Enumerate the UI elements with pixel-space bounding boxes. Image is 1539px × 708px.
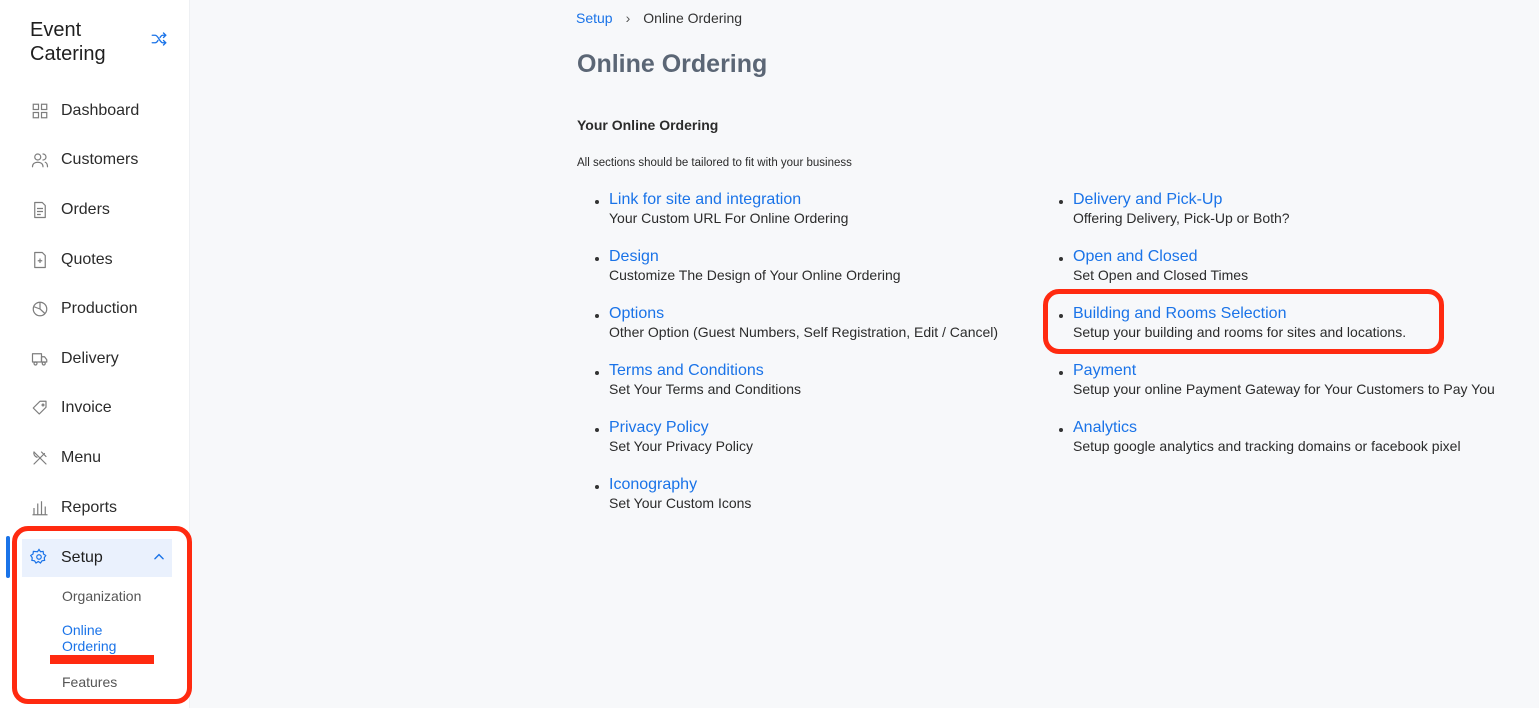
pie-chart-icon [30,299,50,319]
utensils-icon [30,448,50,468]
link-analytics[interactable]: Analytics [1073,418,1495,437]
setup-group: Setup Organization Online Ordering Featu… [14,531,182,697]
list-item: Link for site and integration Your Custo… [593,190,998,247]
sidebar-item-label: Invoice [61,399,112,417]
list-item: Delivery and Pick-Up Offering Delivery, … [1057,190,1495,247]
link-delivery-pickup[interactable]: Delivery and Pick-Up [1073,190,1495,209]
list-item: Terms and Conditions Set Your Terms and … [593,361,998,418]
tag-icon [30,398,50,418]
sidebar-item-label: Dashboard [61,101,140,119]
item-description: Offering Delivery, Pick-Up or Both? [1073,210,1290,226]
page-title: Online Ordering [577,50,768,78]
brand-name: Event Catering [30,19,106,65]
sidebar-item-dashboard[interactable]: Dashboard [0,86,190,136]
item-description: Set Your Terms and Conditions [609,381,801,397]
link-terms-conditions[interactable]: Terms and Conditions [609,361,998,380]
item-description: Your Custom URL For Online Ordering [609,210,849,226]
sidebar-item-quotes[interactable]: Quotes [0,235,190,285]
link-site-integration[interactable]: Link for site and integration [609,190,998,209]
sidebar-item-label: Delivery [61,349,119,367]
breadcrumb-current: Online Ordering [643,10,743,26]
sidebar-item-label: Reports [61,498,118,516]
breadcrumb: Setup › Online Ordering [576,10,742,26]
sidebar-item-orders[interactable]: Orders [0,185,190,235]
settings-list-left: Link for site and integration Your Custo… [593,190,998,532]
sidebar-nav: Dashboard Customers Orders Quotes Produc… [0,86,190,532]
shuffle-icon[interactable] [150,30,170,50]
sidebar: Event Catering Dashboard Customers Order… [0,0,190,708]
link-open-closed[interactable]: Open and Closed [1073,247,1495,266]
settings-list-right: Delivery and Pick-Up Offering Delivery, … [1057,190,1495,475]
sidebar-item-invoice[interactable]: Invoice [0,384,190,434]
users-icon [30,150,50,170]
item-description: Other Option (Guest Numbers, Self Regist… [609,324,999,340]
dashboard-icon [30,101,50,121]
sidebar-item-label: Customers [61,151,139,169]
sidebar-subitem-online-ordering[interactable]: Online Ordering [62,622,142,654]
sidebar-item-label: Orders [61,200,110,218]
chevron-right-icon: › [625,10,631,26]
list-item: Privacy Policy Set Your Privacy Policy [593,418,998,475]
document-icon [30,200,50,220]
sidebar-item-label: Setup [61,549,103,566]
link-building-rooms[interactable]: Building and Rooms Selection [1073,304,1495,323]
truck-icon [30,349,50,369]
sidebar-subitem-features[interactable]: Features [62,674,117,690]
list-item: Iconography Set Your Custom Icons [593,475,998,532]
item-description: Setup your online Payment Gateway for Yo… [1073,381,1495,397]
section-note: All sections should be tailored to fit w… [577,157,852,169]
list-item: Options Other Option (Guest Numbers, Sel… [593,304,998,361]
bar-chart-icon [30,498,50,518]
sidebar-item-production[interactable]: Production [0,284,190,334]
sidebar-item-customers[interactable]: Customers [0,136,190,186]
item-description: Set Your Custom Icons [609,495,752,511]
chevron-up-icon[interactable] [152,550,166,564]
sidebar-item-menu[interactable]: Menu [0,433,190,483]
list-item: Payment Setup your online Payment Gatewa… [1057,361,1495,418]
sidebar-item-label: Production [61,300,138,318]
sidebar-subitem-organization[interactable]: Organization [62,588,141,604]
item-description: Set Open and Closed Times [1073,267,1249,283]
link-payment[interactable]: Payment [1073,361,1495,380]
list-item: Analytics Setup google analytics and tra… [1057,418,1495,475]
sidebar-item-setup[interactable]: Setup [22,539,172,577]
list-item: Open and Closed Set Open and Closed Time… [1057,247,1495,304]
breadcrumb-setup-link[interactable]: Setup [576,10,613,26]
item-description: Set Your Privacy Policy [609,438,753,454]
list-item: Building and Rooms Selection Setup your … [1057,304,1495,361]
sidebar-item-reports[interactable]: Reports [0,483,190,533]
sidebar-item-label: Quotes [61,250,113,268]
item-description: Setup google analytics and tracking doma… [1073,438,1461,454]
link-privacy-policy[interactable]: Privacy Policy [609,418,998,437]
link-iconography[interactable]: Iconography [609,475,998,494]
section-title: Your Online Ordering [577,117,719,133]
link-options[interactable]: Options [609,304,998,323]
sidebar-item-label: Menu [61,448,102,466]
link-design[interactable]: Design [609,247,998,266]
list-item: Design Customize The Design of Your Onli… [593,247,998,304]
item-description: Setup your building and rooms for sites … [1073,324,1407,340]
item-description: Customize The Design of Your Online Orde… [609,267,901,283]
sidebar-item-delivery[interactable]: Delivery [0,334,190,384]
gear-icon [30,548,50,568]
annotation-underline [50,655,154,664]
quote-document-icon [30,250,50,270]
active-indicator [6,536,10,578]
